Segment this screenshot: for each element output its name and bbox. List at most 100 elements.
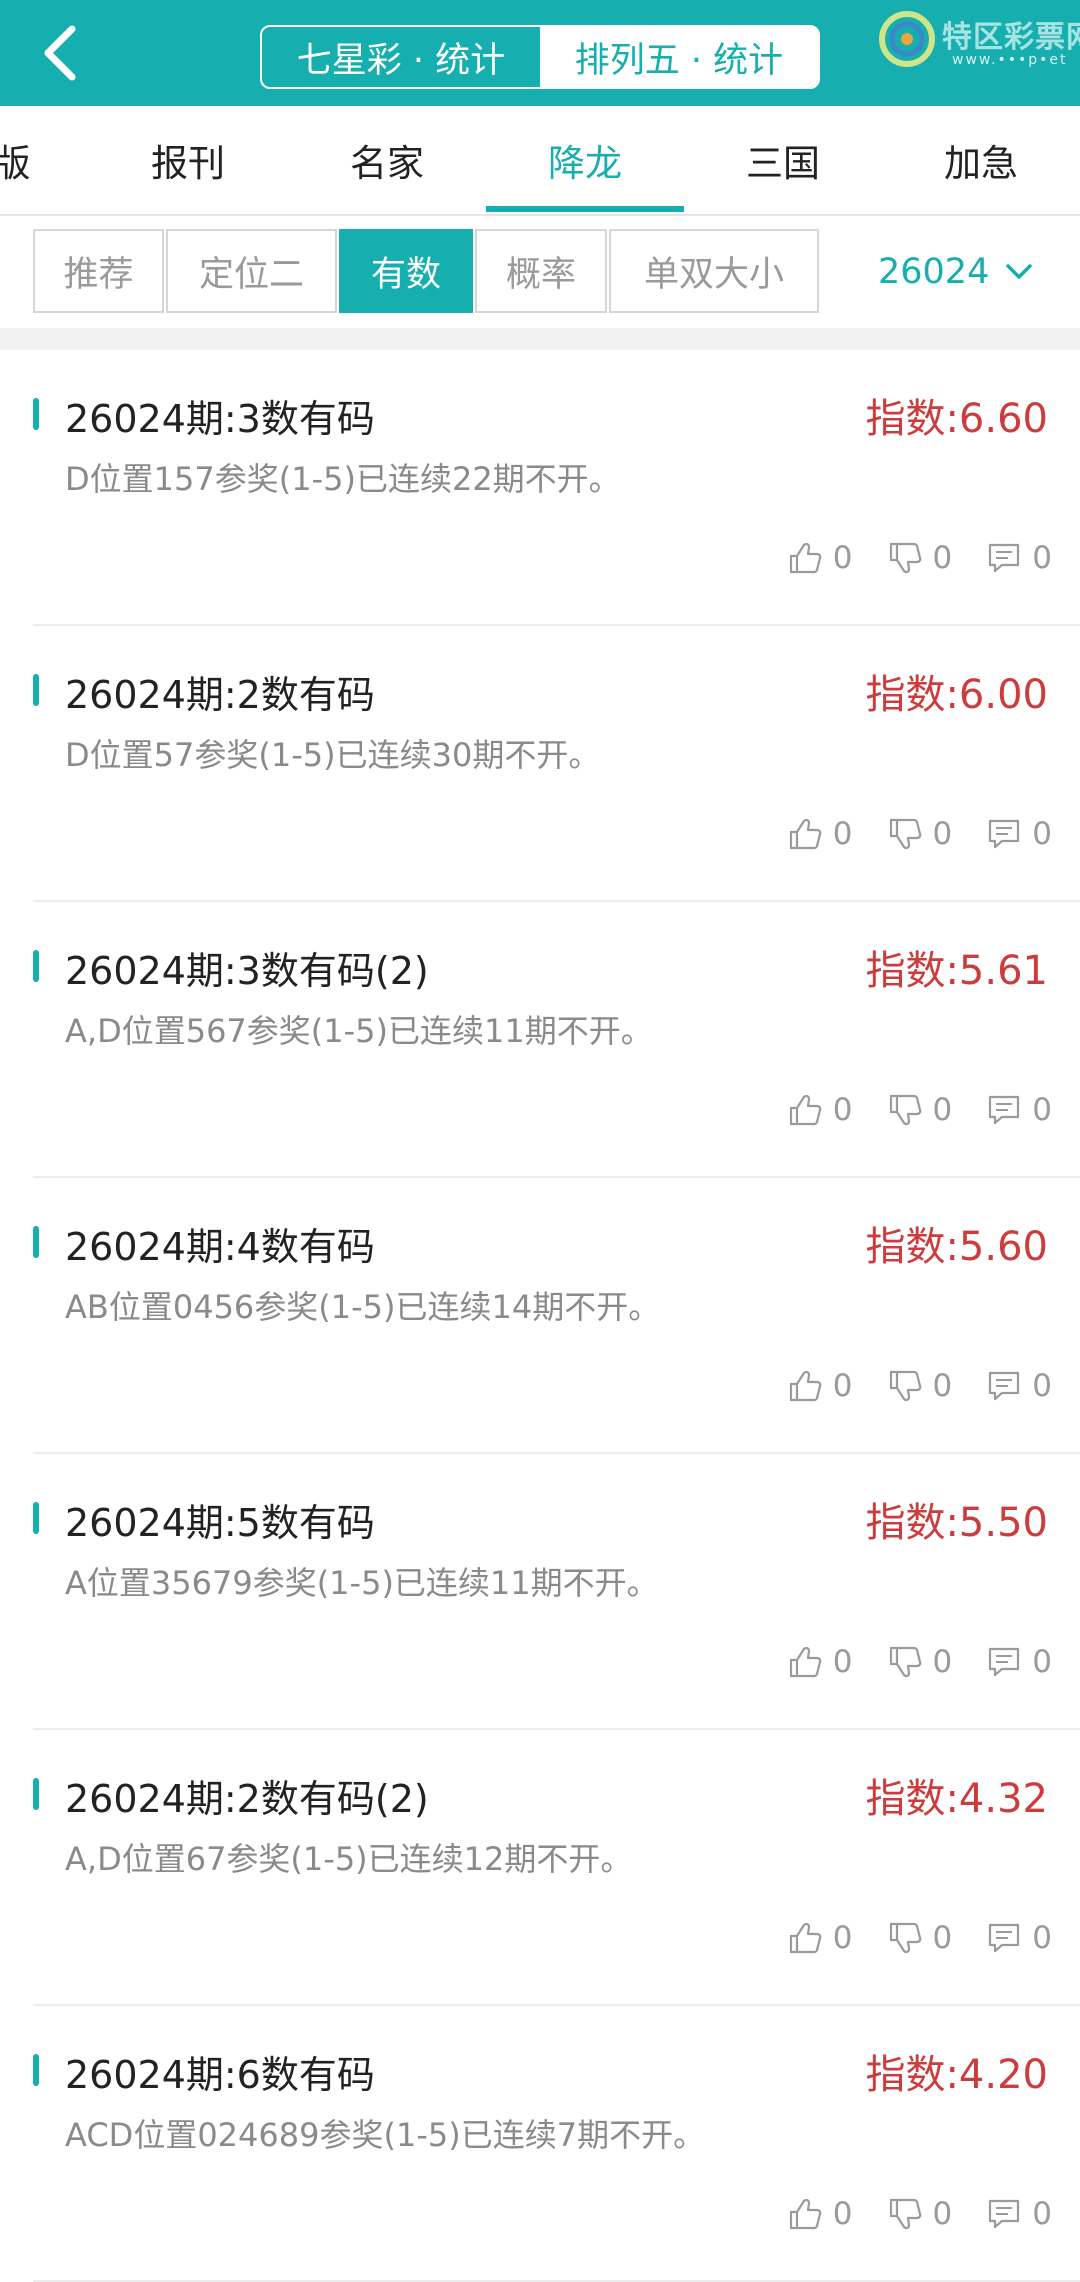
like-button[interactable]: 0 [787, 816, 853, 852]
accent-mark [33, 2054, 39, 2086]
item-description: ACD位置024689参奖(1-5)已连续7期不开。 [65, 2116, 706, 2154]
filter-youshu[interactable]: 有数 [339, 229, 473, 313]
item-title: 26024期:2数有码 [65, 673, 375, 717]
item-title: 26024期:6数有码 [65, 2053, 375, 2097]
lottery-switch: 七星彩 · 统计 排列五 · 统计 [260, 25, 820, 89]
accent-mark [33, 1226, 39, 1258]
thumbs-up-icon [789, 2198, 822, 2230]
item-description: A位置35679参奖(1-5)已连续11期不开。 [65, 1564, 659, 1602]
site-logo: 特区彩票网 www.•••p•et [878, 10, 1080, 70]
stat-list: 26024期:3数有码 指数:6.60 D位置157参奖(1-5)已连续22期不… [0, 350, 1080, 2282]
comment-button[interactable]: 0 [986, 1920, 1052, 1956]
comment-icon [989, 543, 1020, 573]
thumbs-down-icon [889, 1646, 921, 1678]
top-bar: 七星彩 · 统计 排列五 · 统计 特区彩票网 www.•••p•et [0, 0, 1080, 106]
dislike-button[interactable]: 0 [887, 2196, 952, 2232]
filter-tuijian[interactable]: 推荐 [33, 229, 164, 313]
logo-url: www.•••p•et [952, 52, 1068, 68]
item-description: D位置157参奖(1-5)已连续22期不开。 [65, 460, 621, 498]
item-description: A,D位置567参奖(1-5)已连续11期不开。 [65, 1012, 653, 1050]
item-title: 26024期:3数有码(2) [65, 949, 429, 993]
like-button[interactable]: 0 [787, 1368, 853, 1404]
item-actions: 0 0 0 [753, 2192, 1052, 2236]
chevron-down-icon [1006, 264, 1033, 279]
item-actions: 0 0 0 [753, 812, 1052, 856]
back-button[interactable] [30, 22, 90, 84]
list-item[interactable]: 26024期:3数有码 指数:6.60 D位置157参奖(1-5)已连续22期不… [33, 350, 1080, 626]
thumbs-up-icon [789, 1370, 822, 1402]
item-actions: 0 0 0 [753, 1088, 1052, 1132]
item-score: 指数:5.60 [865, 1224, 1048, 1270]
like-button[interactable]: 0 [787, 1920, 853, 1956]
period-value: 26024 [878, 252, 990, 292]
filter-bar: 推荐 定位二 有数 概率 单双大小 [33, 229, 821, 317]
dislike-button[interactable]: 0 [887, 816, 953, 852]
tab-xianglong[interactable]: 降龙 [485, 106, 685, 214]
comment-button[interactable]: 0 [986, 816, 1052, 852]
comment-count: 0 [1032, 816, 1052, 852]
like-count: 0 [832, 2196, 853, 2232]
comment-button[interactable]: 0 [986, 2196, 1052, 2232]
category-tabs: 版 报刊 名家 降龙 三国 加急 [0, 106, 1080, 216]
list-item[interactable]: 26024期:4数有码 指数:5.60 AB位置0456参奖(1-5)已连续14… [33, 1178, 1080, 1454]
thumbs-up-icon [789, 542, 822, 574]
logo-text: 特区彩票网 [942, 20, 1080, 55]
comment-count: 0 [1032, 1092, 1052, 1128]
filter-dingweier[interactable]: 定位二 [166, 229, 337, 313]
list-item[interactable]: 26024期:2数有码 指数:6.00 D位置57参奖(1-5)已连续30期不开… [33, 626, 1080, 902]
list-item[interactable]: 26024期:3数有码(2) 指数:5.61 A,D位置567参奖(1-5)已连… [33, 902, 1080, 1178]
list-item[interactable]: 26024期:5数有码 指数:5.50 A位置35679参奖(1-5)已连续11… [33, 1454, 1080, 1730]
logo-swirl-icon [879, 11, 935, 67]
filter-gailv[interactable]: 概率 [475, 229, 607, 313]
thumbs-down-icon [889, 1094, 921, 1126]
dislike-button[interactable]: 0 [887, 1644, 953, 1680]
item-title: 26024期:5数有码 [65, 1501, 375, 1545]
list-item[interactable]: 26024期:6数有码 指数:4.20 ACD位置024689参奖(1-5)已连… [33, 2006, 1080, 2282]
comment-button[interactable]: 0 [986, 1368, 1052, 1404]
dislike-count: 0 [932, 1092, 953, 1128]
list-item[interactable]: 26024期:2数有码(2) 指数:4.32 A,D位置67参奖(1-5)已连续… [33, 1730, 1080, 2006]
chevron-left-icon [44, 25, 76, 81]
comment-button[interactable]: 0 [986, 1092, 1052, 1128]
tab-baokan[interactable]: 报刊 [88, 106, 288, 214]
item-score: 指数:4.32 [865, 1776, 1048, 1822]
comment-button[interactable]: 0 [986, 540, 1052, 576]
tab-mingjia[interactable]: 名家 [287, 106, 487, 214]
dislike-count: 0 [932, 1368, 953, 1404]
accent-mark [33, 1502, 39, 1534]
thumbs-down-icon [889, 2198, 921, 2230]
dislike-button[interactable]: 0 [887, 1368, 953, 1404]
comment-count: 0 [1032, 540, 1052, 576]
like-button[interactable]: 0 [787, 540, 853, 576]
item-title: 26024期:3数有码 [65, 397, 375, 441]
tab-sanguo[interactable]: 三国 [683, 106, 883, 214]
dislike-count: 0 [932, 1920, 953, 1956]
item-description: D位置57参奖(1-5)已连续30期不开。 [65, 736, 601, 774]
dislike-button[interactable]: 0 [887, 540, 952, 576]
seg-qixingcai[interactable]: 七星彩 · 统计 [262, 27, 540, 87]
dislike-count: 0 [932, 816, 953, 852]
thumbs-up-icon [789, 1094, 822, 1126]
thumbs-up-icon [789, 1922, 822, 1954]
like-button[interactable]: 0 [787, 1092, 853, 1128]
item-score: 指数:4.20 [865, 2052, 1048, 2098]
accent-mark [33, 1778, 39, 1810]
tab-jiaji[interactable]: 加急 [881, 106, 1080, 214]
dislike-button[interactable]: 0 [887, 1092, 953, 1128]
comment-button[interactable]: 0 [986, 1644, 1052, 1680]
like-button[interactable]: 0 [787, 2196, 853, 2232]
comment-icon [989, 1923, 1020, 1953]
active-tab-indicator [486, 206, 684, 212]
comment-icon [989, 819, 1020, 849]
like-button[interactable]: 0 [787, 1644, 853, 1680]
comment-count: 0 [1032, 1368, 1052, 1404]
item-description: A,D位置67参奖(1-5)已连续12期不开。 [65, 1840, 633, 1878]
dislike-count: 0 [932, 1644, 953, 1680]
thumbs-down-icon [889, 542, 921, 574]
seg-pailiewu[interactable]: 排列五 · 统计 [540, 27, 818, 87]
filter-danshuangdaxiao[interactable]: 单双大小 [609, 229, 819, 313]
like-count: 0 [832, 1644, 853, 1680]
comment-count: 0 [1032, 1920, 1052, 1956]
dislike-button[interactable]: 0 [887, 1920, 953, 1956]
period-select[interactable]: 26024 [878, 240, 1033, 304]
